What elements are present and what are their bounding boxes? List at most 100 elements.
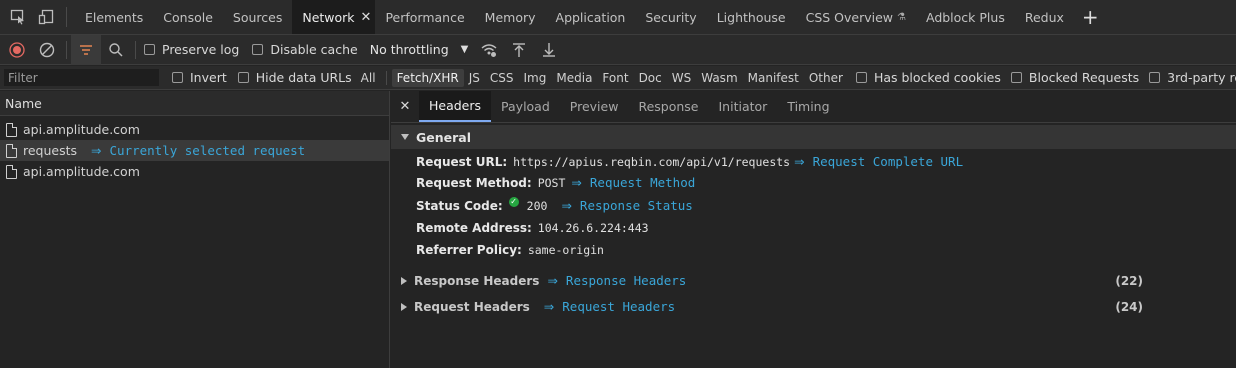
throttling-select[interactable]: No throttling ▼ <box>370 42 469 57</box>
tab-sources[interactable]: Sources <box>223 0 292 34</box>
tab-security[interactable]: Security <box>635 0 706 34</box>
invert-checkbox[interactable]: Invert <box>172 70 227 85</box>
blocked-requests-checkbox[interactable]: Blocked Requests <box>1010 70 1140 85</box>
annotation-text: Response Status <box>579 198 693 213</box>
tab-label: Performance <box>385 9 465 25</box>
expand-triangle-icon <box>401 276 407 285</box>
checkbox-box[interactable] <box>144 44 155 55</box>
request-row-selected[interactable]: requests ⇒ Currently selected request <box>0 140 389 161</box>
annotation-text: Request Method <box>589 175 696 190</box>
response-headers-count: (22) <box>1115 273 1143 288</box>
filter-type-img[interactable]: Img <box>519 69 552 87</box>
response-headers-section[interactable]: Response Headers ⇒ Response Headers (22) <box>401 273 1233 288</box>
arrow-icon: ⇒ <box>91 143 102 158</box>
request-row[interactable]: api.amplitude.com <box>0 161 389 182</box>
search-icon[interactable] <box>101 35 131 65</box>
import-har-icon[interactable] <box>504 35 534 65</box>
clear-icon[interactable] <box>32 35 62 65</box>
filter-type-ws[interactable]: WS <box>667 69 696 87</box>
response-headers-annotation: ⇒ Response Headers <box>547 273 686 288</box>
experimental-flask-icon: ⚗ <box>897 11 906 23</box>
tab-memory[interactable]: Memory <box>475 0 546 34</box>
filter-bar: Invert Hide data URLs All Fetch/XHRJSCSSI… <box>0 66 1236 90</box>
filter-type-media[interactable]: Media <box>551 69 597 87</box>
network-conditions-icon[interactable] <box>474 35 504 65</box>
request-method-value[interactable]: POST <box>538 176 566 190</box>
checkbox-box[interactable] <box>172 72 183 83</box>
tab-css-overview[interactable]: CSS Overview ⚗ <box>796 0 916 34</box>
filter-type-wasm[interactable]: Wasm <box>696 69 742 87</box>
tab-label: Sources <box>232 9 283 25</box>
close-icon[interactable]: ✕ <box>391 91 419 122</box>
checkbox-box[interactable] <box>237 72 249 83</box>
tab-adblock-plus[interactable]: Adblock Plus <box>916 0 1015 34</box>
arrow-icon: ⇒ <box>547 273 558 288</box>
export-har-icon[interactable] <box>534 35 564 65</box>
tab-performance[interactable]: Performance <box>375 0 474 34</box>
filter-type-doc[interactable]: Doc <box>634 69 667 87</box>
filter-type-other[interactable]: Other <box>804 69 848 87</box>
checkbox-box[interactable] <box>855 72 867 83</box>
tab-label: Lighthouse <box>716 9 786 25</box>
remote-address-value[interactable]: 104.26.6.224:443 <box>538 221 649 235</box>
filter-input[interactable] <box>4 69 159 86</box>
details-tab-headers[interactable]: Headers <box>419 91 492 122</box>
network-toolbar: Preserve log Disable cache No throttling… <box>0 34 1236 65</box>
blocked-requests-label: Blocked Requests <box>1028 70 1140 85</box>
tab-network[interactable]: Network ✕ <box>292 0 376 34</box>
annotation-text: Response Headers <box>565 273 687 288</box>
disable-cache-checkbox[interactable]: Disable cache <box>252 42 358 57</box>
details-tab-timing[interactable]: Timing <box>777 91 839 122</box>
details-tab-initiator[interactable]: Initiator <box>709 91 778 122</box>
details-tab-payload[interactable]: Payload <box>491 91 560 122</box>
device-toolbar-icon[interactable] <box>32 0 60 34</box>
record-button[interactable] <box>2 35 32 65</box>
status-code-key: Status Code: <box>416 198 503 213</box>
details-tab-preview[interactable]: Preview <box>560 91 629 122</box>
filter-type-all[interactable]: All <box>356 69 381 87</box>
hide-data-urls-label: Hide data URLs <box>255 70 352 85</box>
preserve-log-label: Preserve log <box>162 42 240 57</box>
tab-redux[interactable]: Redux <box>1015 0 1074 34</box>
request-name: api.amplitude.com <box>23 164 140 179</box>
throttling-value: No throttling <box>369 42 449 57</box>
request-headers-section[interactable]: Request Headers ⇒ Request Headers (24) <box>401 299 1233 314</box>
filter-type-fetch-xhr[interactable]: Fetch/XHR <box>391 68 464 87</box>
checkbox-box[interactable] <box>252 44 264 55</box>
general-section-header[interactable]: General <box>391 125 1236 149</box>
checkbox-box[interactable] <box>1010 72 1022 83</box>
close-tab-icon[interactable]: ✕ <box>361 10 372 25</box>
referrer-policy-value[interactable]: same-origin <box>528 243 604 257</box>
filter-type-manifest[interactable]: Manifest <box>743 69 804 87</box>
tab-label: Elements <box>85 9 144 25</box>
checkbox-box[interactable] <box>1149 72 1161 83</box>
filter-type-css[interactable]: CSS <box>485 69 519 87</box>
name-column-header[interactable]: Name <box>0 91 389 116</box>
status-code-value[interactable]: 200 <box>527 199 548 213</box>
chevron-down-icon: ▼ <box>460 44 469 55</box>
details-tab-response[interactable]: Response <box>628 91 708 122</box>
has-blocked-cookies-checkbox[interactable]: Has blocked cookies <box>855 70 1001 85</box>
third-party-checkbox[interactable]: 3rd-party requests <box>1149 70 1236 85</box>
request-url-annotation: ⇒ Request Complete URL <box>794 154 963 169</box>
request-url-key: Request URL: <box>416 154 508 169</box>
tab-lighthouse[interactable]: Lighthouse <box>707 0 796 34</box>
request-url-value[interactable]: https://apius.reqbin.com/api/v1/requests <box>513 155 790 169</box>
response-headers-title: Response Headers <box>414 273 540 288</box>
tab-application[interactable]: Application <box>546 0 636 34</box>
filter-type-font[interactable]: Font <box>597 69 633 87</box>
preserve-log-checkbox[interactable]: Preserve log <box>144 42 239 57</box>
filter-type-js[interactable]: JS <box>464 69 485 87</box>
tab-label: Adblock Plus <box>925 9 1005 25</box>
add-tab-icon[interactable]: + <box>1074 0 1107 34</box>
divider <box>66 40 67 59</box>
arrow-icon: ⇒ <box>571 175 582 190</box>
devtools-tabbar: Elements Console Sources Network ✕ Performanc… <box>0 0 1236 35</box>
hide-data-urls-checkbox[interactable]: Hide data URLs <box>237 70 352 85</box>
filter-icon[interactable] <box>71 34 101 65</box>
inspect-element-icon[interactable] <box>4 0 32 34</box>
request-row[interactable]: api.amplitude.com <box>0 119 389 140</box>
tab-elements[interactable]: Elements <box>75 0 153 34</box>
tab-console[interactable]: Console <box>153 0 223 34</box>
tab-label: Memory <box>484 9 536 25</box>
